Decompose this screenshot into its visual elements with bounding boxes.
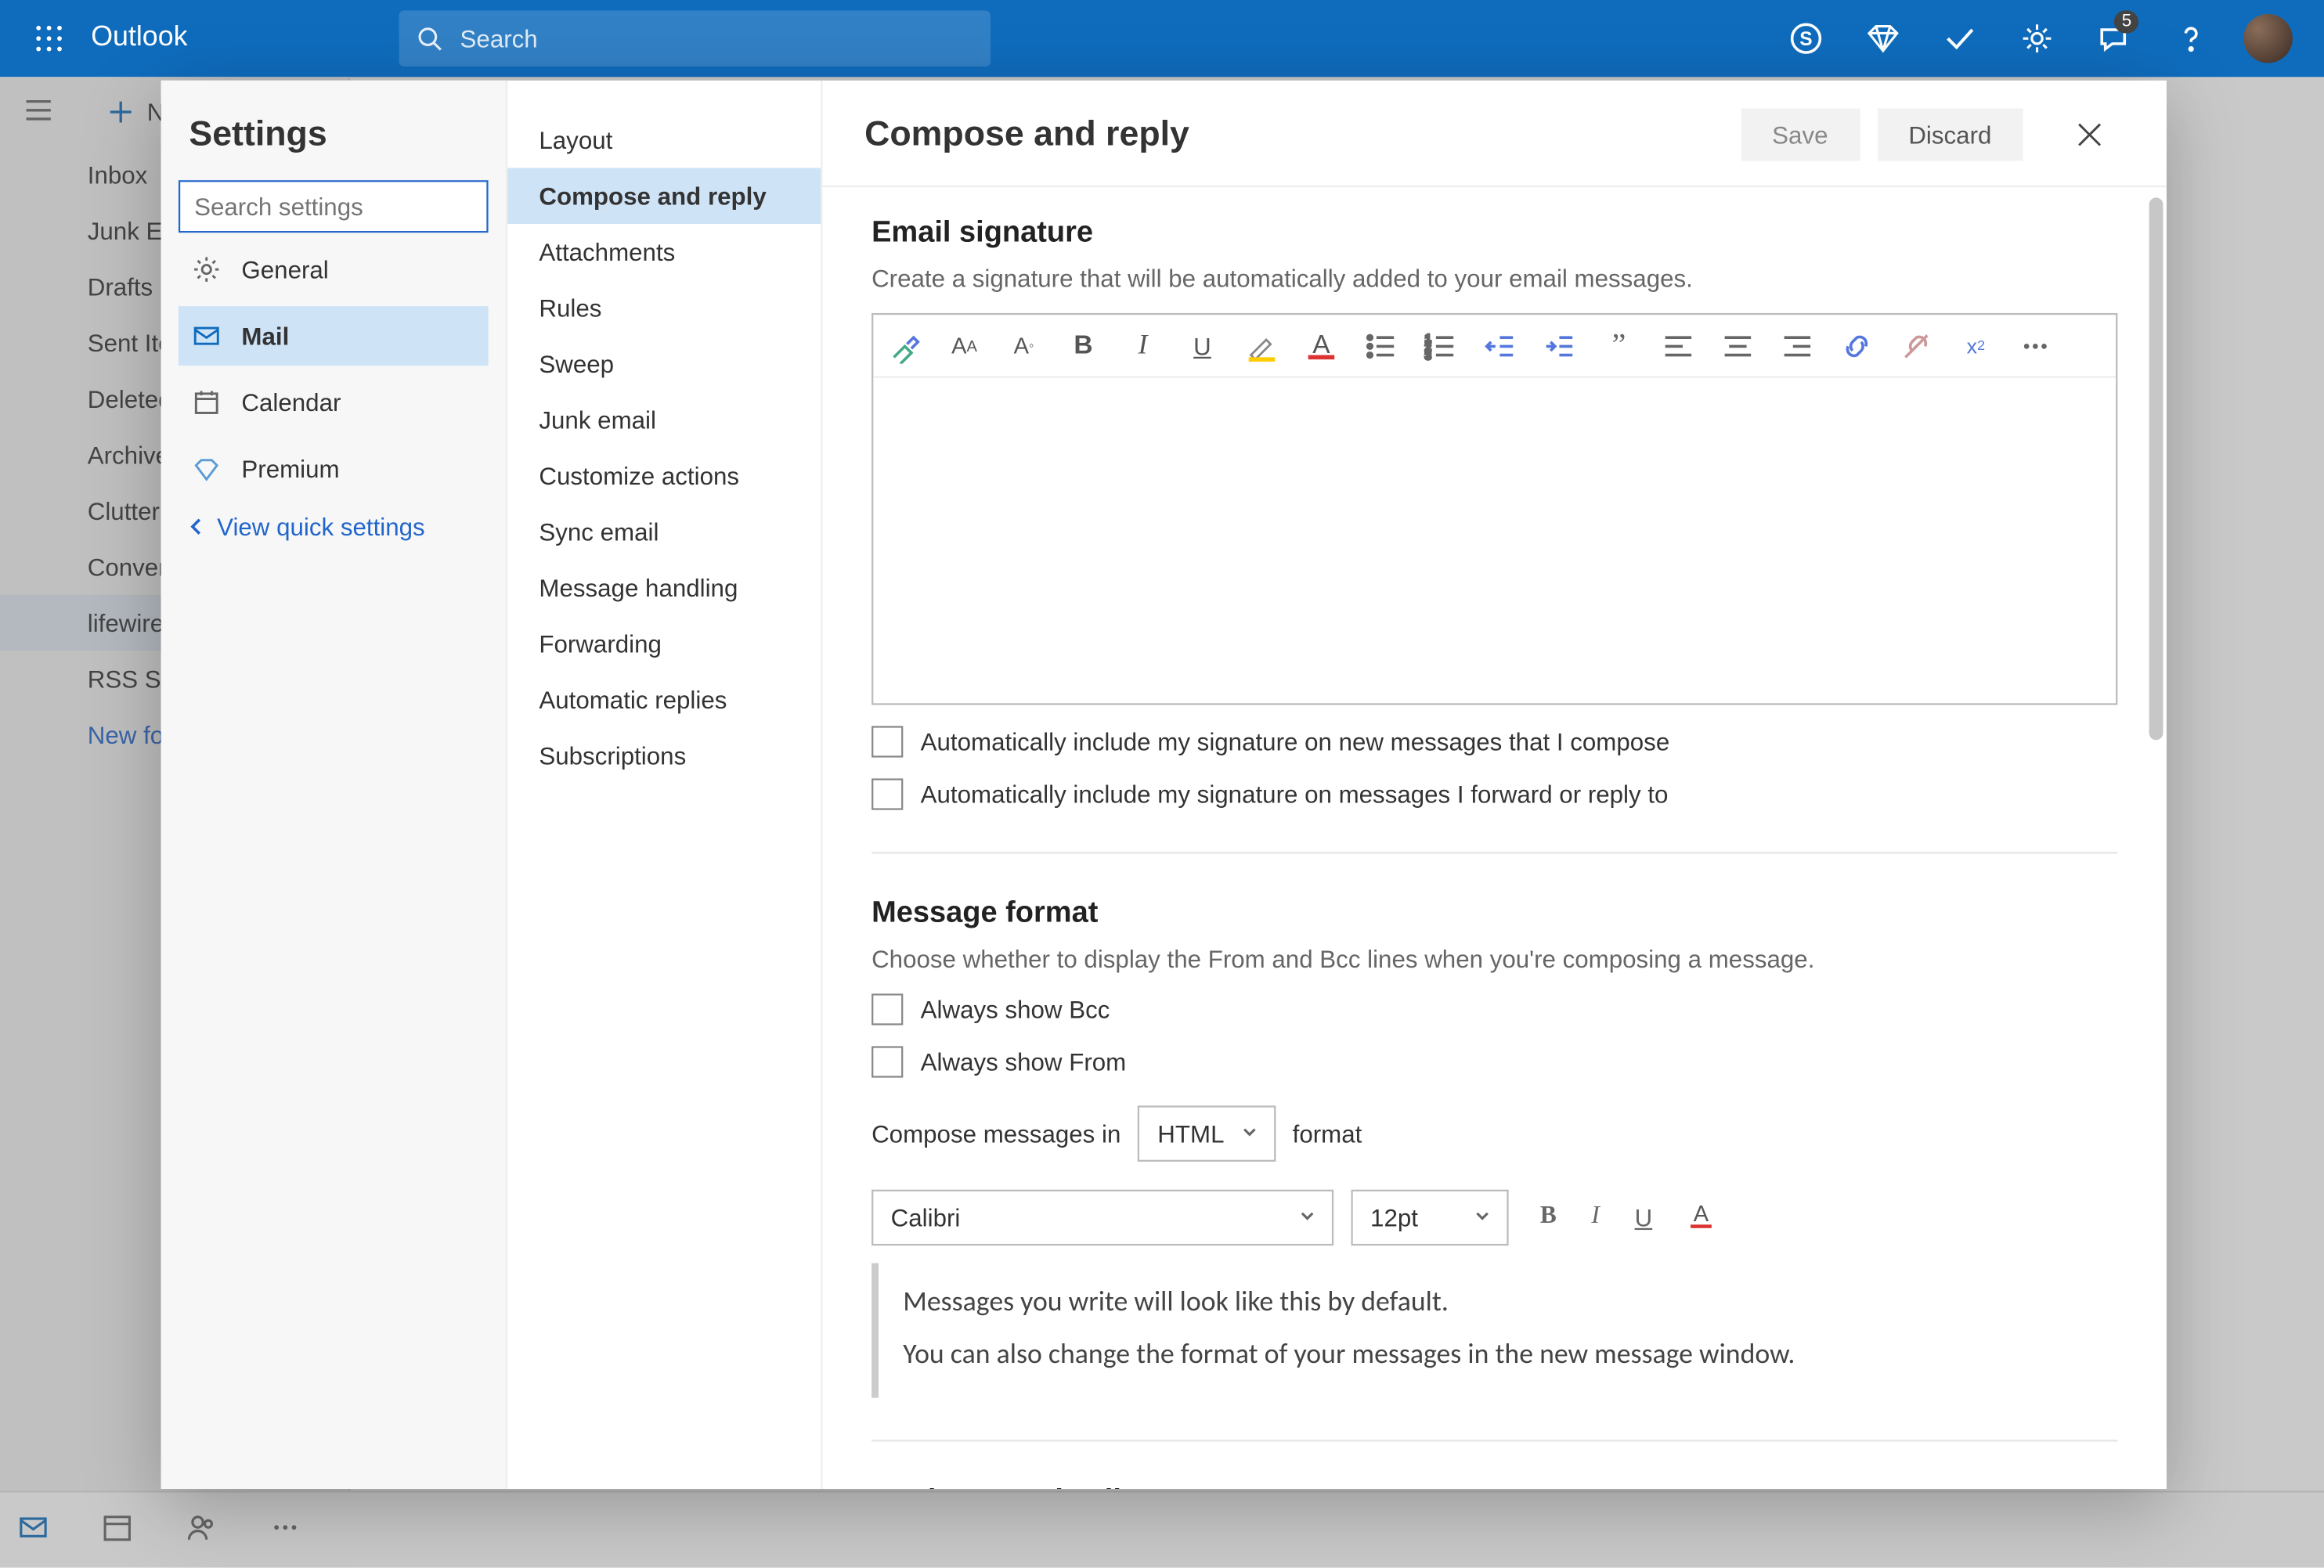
option-customize-actions[interactable]: Customize actions bbox=[507, 448, 821, 504]
settings-title: Settings bbox=[189, 116, 478, 156]
user-avatar[interactable] bbox=[2243, 14, 2293, 63]
settings-options-list: Layout Compose and reply Attachments Rul… bbox=[507, 81, 822, 1489]
signature-textarea[interactable] bbox=[873, 378, 2116, 704]
link-icon[interactable] bbox=[1839, 328, 1875, 363]
app-launcher-icon[interactable] bbox=[14, 24, 84, 52]
chevron-down-icon bbox=[1472, 1204, 1493, 1232]
option-forwarding[interactable]: Forwarding bbox=[507, 616, 821, 672]
number-list-icon[interactable]: 123 bbox=[1423, 328, 1458, 363]
always-bcc-checkbox-row[interactable]: Always show Bcc bbox=[872, 993, 2117, 1025]
close-icon[interactable] bbox=[2055, 109, 2124, 161]
indent-icon[interactable] bbox=[1542, 328, 1577, 363]
option-subscriptions[interactable]: Subscriptions bbox=[507, 728, 821, 784]
underline-icon[interactable]: U bbox=[1185, 328, 1220, 363]
option-junk-email[interactable]: Junk email bbox=[507, 392, 821, 449]
svg-text:S: S bbox=[1799, 29, 1812, 50]
compose-in-label-pre: Compose messages in bbox=[872, 1119, 1120, 1148]
skype-icon[interactable]: S bbox=[1771, 0, 1841, 77]
settings-gear-icon[interactable] bbox=[2002, 0, 2072, 77]
svg-text:3: 3 bbox=[1425, 348, 1431, 361]
option-automatic-replies[interactable]: Automatic replies bbox=[507, 672, 821, 728]
align-center-icon[interactable] bbox=[1720, 328, 1756, 363]
align-right-icon[interactable] bbox=[1780, 328, 1815, 363]
signature-editor: AA A◦ B I U A 123 ” x bbox=[872, 313, 2117, 705]
superscript-icon[interactable]: x2 bbox=[1958, 328, 1994, 363]
align-left-icon[interactable] bbox=[1661, 328, 1696, 363]
bold-icon[interactable]: B bbox=[1540, 1204, 1557, 1232]
format-preview: Messages you write will look like this b… bbox=[872, 1263, 2117, 1398]
search-input[interactable] bbox=[460, 24, 973, 52]
compose-format-select[interactable]: HTML bbox=[1139, 1106, 1276, 1162]
more-formatting-icon[interactable] bbox=[2018, 328, 2053, 363]
underline-icon[interactable]: U bbox=[1635, 1204, 1653, 1232]
category-premium[interactable]: Premium bbox=[179, 439, 489, 499]
signature-section-title: Email signature bbox=[872, 215, 2117, 251]
bold-icon[interactable]: B bbox=[1066, 328, 1101, 363]
option-message-handling[interactable]: Message handling bbox=[507, 560, 821, 616]
font-size-icon[interactable]: A◦ bbox=[1006, 328, 1041, 363]
format-painter-icon[interactable] bbox=[887, 328, 922, 363]
app-header: Outlook S 5 bbox=[0, 0, 2324, 77]
panel-title: Compose and reply bbox=[864, 114, 1723, 154]
brand-label: Outlook bbox=[84, 23, 215, 54]
compose-in-label-post: format bbox=[1293, 1119, 1362, 1148]
outdent-icon[interactable] bbox=[1482, 328, 1517, 363]
notifications-icon[interactable]: 5 bbox=[2079, 0, 2149, 77]
checkbox-icon[interactable] bbox=[872, 779, 903, 810]
help-icon[interactable] bbox=[2156, 0, 2226, 77]
italic-icon[interactable]: I bbox=[1591, 1204, 1599, 1232]
message-format-title: Message format bbox=[872, 896, 2117, 931]
option-sweep[interactable]: Sweep bbox=[507, 336, 821, 392]
notification-badge: 5 bbox=[2115, 10, 2138, 33]
font-family-icon[interactable]: AA bbox=[947, 328, 982, 363]
font-color-icon[interactable]: A bbox=[1687, 1199, 1716, 1236]
chevron-down-icon bbox=[1238, 1119, 1259, 1148]
category-general[interactable]: General bbox=[179, 240, 489, 299]
checkbox-icon[interactable] bbox=[872, 726, 903, 758]
view-quick-settings-link[interactable]: View quick settings bbox=[179, 513, 489, 541]
quote-icon[interactable]: ” bbox=[1601, 328, 1637, 363]
option-compose-reply[interactable]: Compose and reply bbox=[507, 168, 821, 225]
checkbox-icon[interactable] bbox=[872, 1047, 903, 1078]
italic-icon[interactable]: I bbox=[1125, 328, 1160, 363]
signature-section-desc: Create a signature that will be automati… bbox=[872, 264, 2117, 292]
reply-section-title: Reply or Reply all bbox=[872, 1483, 2117, 1489]
bullet-list-icon[interactable] bbox=[1363, 328, 1398, 363]
category-calendar[interactable]: Calendar bbox=[179, 373, 489, 432]
signature-new-checkbox-row[interactable]: Automatically include my signature on ne… bbox=[872, 726, 2117, 758]
message-format-desc: Choose whether to display the From and B… bbox=[872, 945, 2117, 973]
option-layout[interactable]: Layout bbox=[507, 112, 821, 168]
settings-categories: Settings General Mail Calendar Premium V… bbox=[161, 81, 508, 1489]
save-button[interactable]: Save bbox=[1741, 109, 1860, 161]
svg-text:A: A bbox=[1694, 1201, 1709, 1226]
scrollbar-thumb[interactable] bbox=[2149, 198, 2163, 741]
signature-reply-checkbox-row[interactable]: Automatically include my signature on me… bbox=[872, 779, 2117, 810]
highlight-icon[interactable] bbox=[1244, 328, 1279, 363]
chevron-down-icon bbox=[1297, 1204, 1318, 1232]
premium-icon[interactable] bbox=[1848, 0, 1918, 77]
font-size-select[interactable]: 12pt bbox=[1351, 1190, 1508, 1246]
settings-search-input[interactable] bbox=[179, 180, 489, 232]
editor-toolbar: AA A◦ B I U A 123 ” x bbox=[873, 315, 2116, 377]
settings-modal: Settings General Mail Calendar Premium V… bbox=[161, 81, 2167, 1489]
font-family-select[interactable]: Calibri bbox=[872, 1190, 1333, 1246]
font-color-icon[interactable]: A bbox=[1304, 328, 1339, 363]
settings-detail-panel: Compose and reply Save Discard Email sig… bbox=[822, 81, 2166, 1489]
category-mail[interactable]: Mail bbox=[179, 306, 489, 366]
unlink-icon[interactable] bbox=[1899, 328, 1934, 363]
always-from-checkbox-row[interactable]: Always show From bbox=[872, 1047, 2117, 1078]
discard-button[interactable]: Discard bbox=[1877, 109, 2023, 161]
svg-text:A: A bbox=[1312, 330, 1330, 359]
option-attachments[interactable]: Attachments bbox=[507, 224, 821, 280]
todo-icon[interactable] bbox=[1925, 0, 1995, 77]
option-rules[interactable]: Rules bbox=[507, 280, 821, 337]
option-sync-email[interactable]: Sync email bbox=[507, 504, 821, 561]
checkbox-icon[interactable] bbox=[872, 993, 903, 1025]
search-box[interactable] bbox=[399, 10, 991, 67]
